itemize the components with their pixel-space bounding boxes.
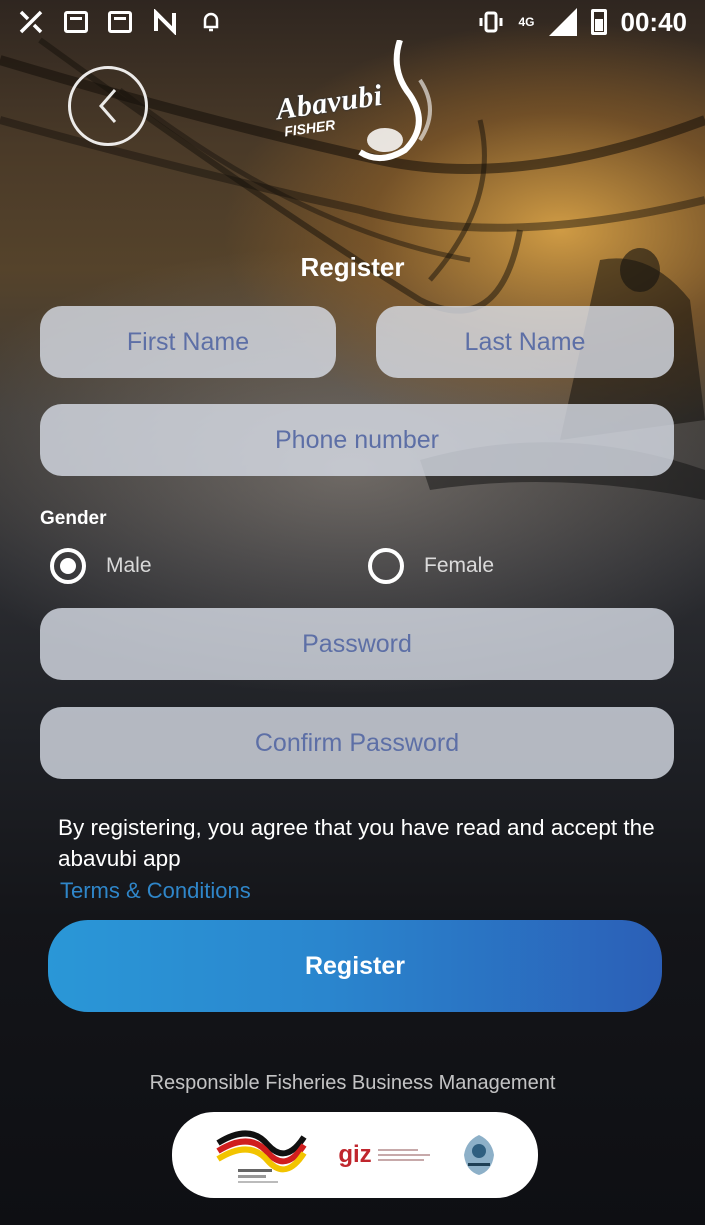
partner-logos: giz: [172, 1112, 538, 1198]
password-field[interactable]: [40, 608, 674, 680]
mail-icon: [64, 11, 88, 33]
ministry-emblem-icon: [463, 1135, 494, 1175]
mail-icon-2: [108, 11, 132, 33]
battery-icon: [590, 9, 607, 35]
terms-conditions-link[interactable]: Terms & Conditions: [60, 878, 251, 904]
back-button[interactable]: [68, 66, 148, 146]
confirm-password-field[interactable]: [40, 707, 674, 779]
gender-option-label: Female: [424, 554, 495, 577]
page-title: Register: [300, 252, 405, 282]
network-type: 4G: [518, 15, 535, 29]
gender-option-female[interactable]: Female: [368, 548, 494, 584]
phone-input[interactable]: [40, 404, 674, 476]
vibrate-icon: [479, 11, 503, 33]
last-name-field[interactable]: [376, 306, 674, 378]
confirm-password-input[interactable]: [40, 707, 674, 779]
gender-label: Gender: [40, 508, 107, 529]
status-bar: 4G 00:40: [0, 0, 705, 44]
tools-icon: [19, 10, 43, 34]
footer-tagline: Responsible Fisheries Business Managemen…: [149, 1072, 556, 1094]
register-button[interactable]: Register: [48, 920, 662, 1012]
signal-icon: [548, 8, 577, 36]
register-screen: 4G 00:40 Abavubi FISHER Register Gender …: [0, 0, 705, 1225]
n-notification-icon: [154, 9, 176, 35]
phone-field[interactable]: [40, 404, 674, 476]
german-cooperation-logo-icon: [216, 1130, 307, 1183]
first-name-field[interactable]: [40, 306, 336, 378]
bell-icon: [203, 12, 219, 32]
gender-option-male[interactable]: Male: [50, 548, 152, 584]
last-name-input[interactable]: [376, 306, 674, 378]
status-time: 00:40: [620, 6, 688, 37]
first-name-input[interactable]: [40, 306, 336, 378]
password-input[interactable]: [40, 608, 674, 680]
giz-logo-lines: [377, 1149, 430, 1161]
radio-unselected-icon[interactable]: [368, 548, 404, 584]
giz-logo-text: giz: [338, 1141, 372, 1168]
radio-selected-icon[interactable]: [50, 548, 86, 584]
giz-logo: giz: [338, 1141, 430, 1169]
gender-option-label: Male: [106, 554, 152, 577]
chevron-left-icon: [99, 89, 117, 123]
terms-text: By registering, you agree that you have …: [58, 815, 655, 871]
